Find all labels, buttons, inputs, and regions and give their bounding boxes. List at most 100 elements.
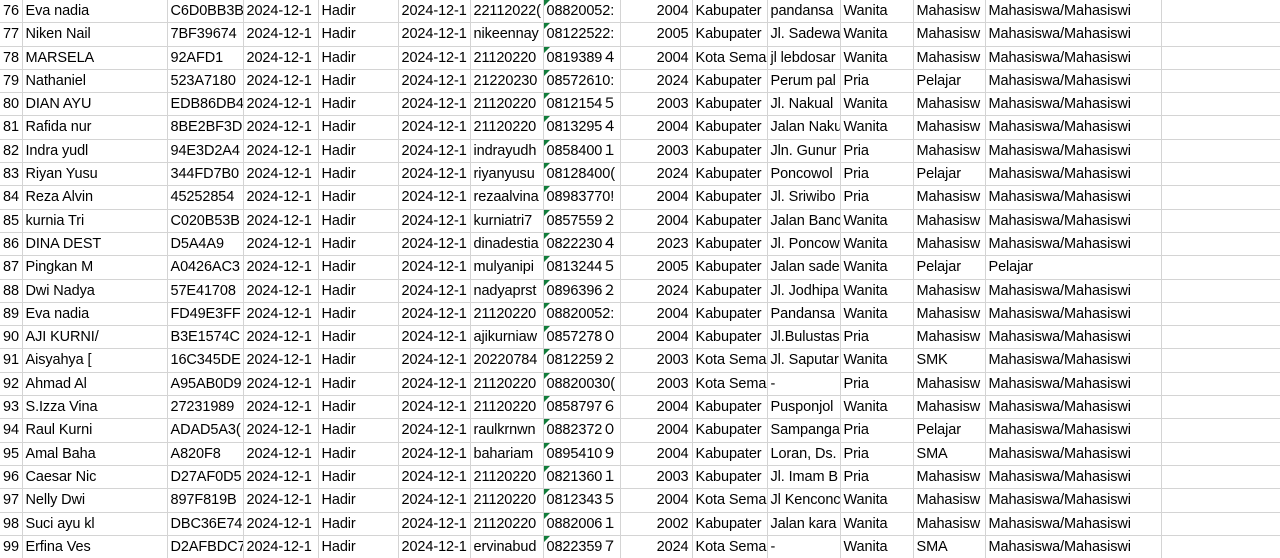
cell-kehadiran[interactable]: Hadir [318, 442, 399, 466]
cell-pendidikan[interactable]: SMA [913, 535, 986, 558]
cell-status-peserta[interactable]: Mahasiswa/Mahasiswi [985, 185, 1162, 210]
cell-empty-col-1[interactable] [1161, 465, 1280, 490]
cell-empty-col-1[interactable] [1161, 488, 1280, 513]
cell-kode[interactable]: A0426AC3 [167, 255, 244, 280]
cell-tanggal-1[interactable]: 2024-12-1 [243, 92, 319, 117]
cell-status-peserta[interactable]: Mahasiswa/Mahasiswi [985, 442, 1162, 466]
cell-status-peserta[interactable]: Mahasiswa/Mahasiswi [985, 512, 1162, 536]
row-header-cell[interactable]: 96 [0, 465, 23, 490]
table-row[interactable]: 82 Indra yudl 94E3D2A4 2024-12-1 Hadir 2024-1… [0, 139, 1280, 164]
cell-empty-col-1[interactable] [1161, 512, 1280, 536]
cell-tahun[interactable]: 2005 [620, 255, 693, 280]
cell-empty-col-1[interactable] [1161, 535, 1280, 558]
table-row[interactable]: 95 Amal Baha A820F8 2024-12-1 Hadir 2024-12-1… [0, 442, 1280, 466]
cell-kehadiran[interactable]: Hadir [318, 46, 399, 70]
cell-tanggal-2[interactable]: 2024-12-1 [398, 279, 471, 303]
cell-tanggal-2[interactable]: 2024-12-1 [398, 185, 471, 210]
row-header-cell[interactable]: 88 [0, 279, 23, 303]
row-header-cell[interactable]: 86 [0, 232, 23, 257]
cell-kode[interactable]: D27AF0D5 [167, 465, 244, 490]
cell-no-telepon[interactable]: 0882372０ [543, 418, 621, 443]
cell-tahun[interactable]: 2004 [620, 0, 693, 24]
cell-no-telepon[interactable]: 0813244５ [543, 255, 621, 280]
cell-pendidikan[interactable]: Mahasisw [913, 302, 986, 327]
cell-empty-col-1[interactable] [1161, 46, 1280, 70]
row-header-cell[interactable]: 80 [0, 92, 23, 117]
cell-no-telepon[interactable]: 0858797６ [543, 395, 621, 420]
cell-wilayah[interactable]: Kota Sema [692, 46, 768, 70]
cell-nama[interactable]: Erfina Ves [22, 535, 168, 558]
cell-status-peserta[interactable]: Mahasiswa/Mahasiswi [985, 0, 1162, 24]
cell-nim-email[interactable]: 21120220 [470, 512, 544, 536]
cell-tanggal-2[interactable]: 2024-12-1 [398, 69, 471, 94]
table-row[interactable]: 80 DIAN AYU EDB86DB4 2024-12-1 Hadir 2024-12-… [0, 92, 1280, 117]
table-row[interactable]: 97 Nelly Dwi 897F819B 2024-12-1 Hadir 2024-12… [0, 488, 1280, 513]
row-header-cell[interactable]: 89 [0, 302, 23, 327]
cell-nama[interactable]: Reza Alvin [22, 185, 168, 210]
cell-nama[interactable]: DIAN AYU [22, 92, 168, 117]
cell-empty-col-1[interactable] [1161, 0, 1280, 24]
row-header-cell[interactable]: 76 [0, 0, 23, 24]
cell-pendidikan[interactable]: Mahasisw [913, 465, 986, 490]
cell-wilayah[interactable]: Kabupater [692, 512, 768, 536]
cell-pendidikan[interactable]: Mahasisw [913, 92, 986, 117]
cell-tanggal-1[interactable]: 2024-12-1 [243, 115, 319, 140]
table-row[interactable]: 85 kurnia Tri C020B53B 2024-12-1 Hadir 2024-1… [0, 209, 1280, 233]
cell-tahun[interactable]: 2024 [620, 162, 693, 187]
cell-tanggal-1[interactable]: 2024-12-1 [243, 0, 319, 24]
cell-tanggal-2[interactable]: 2024-12-1 [398, 0, 471, 24]
cell-kehadiran[interactable]: Hadir [318, 279, 399, 303]
table-row[interactable]: 99 Erfina Ves D2AFBDC7 2024-12-1 Hadir 2024-1… [0, 535, 1280, 558]
cell-nama[interactable]: Rafida nur [22, 115, 168, 140]
cell-no-telepon[interactable]: 0813295４ [543, 115, 621, 140]
cell-tanggal-1[interactable]: 2024-12-1 [243, 69, 319, 94]
cell-kehadiran[interactable]: Hadir [318, 0, 399, 24]
cell-no-telepon[interactable]: 0821360１ [543, 465, 621, 490]
cell-jenis-kelamin[interactable]: Pria [840, 442, 914, 466]
cell-tahun[interactable]: 2004 [620, 209, 693, 233]
cell-wilayah[interactable]: Kabupater [692, 139, 768, 164]
cell-nama[interactable]: Ahmad Al [22, 372, 168, 397]
cell-no-telepon[interactable]: 08122522: [543, 22, 621, 47]
cell-nim-email[interactable]: rezaalvina [470, 185, 544, 210]
cell-tanggal-2[interactable]: 2024-12-1 [398, 232, 471, 257]
row-header-cell[interactable]: 87 [0, 255, 23, 280]
cell-no-telepon[interactable]: 0819389４ [543, 46, 621, 70]
cell-nim-email[interactable]: raulkrnwn [470, 418, 544, 443]
cell-nim-email[interactable]: bahariam [470, 442, 544, 466]
cell-nama[interactable]: Eva nadia [22, 0, 168, 24]
cell-pendidikan[interactable]: Mahasisw [913, 325, 986, 350]
row-header-cell[interactable]: 85 [0, 209, 23, 233]
cell-pendidikan[interactable]: Mahasisw [913, 185, 986, 210]
cell-tanggal-1[interactable]: 2024-12-1 [243, 162, 319, 187]
cell-empty-col-1[interactable] [1161, 442, 1280, 466]
table-row[interactable]: 90 AJI KURNI/B3E1574C 2024-12-1 Hadir 2024-1… [0, 325, 1280, 350]
cell-wilayah[interactable]: Kota Sema [692, 372, 768, 397]
cell-pendidikan[interactable]: Mahasisw [913, 115, 986, 140]
cell-tahun[interactable]: 2003 [620, 92, 693, 117]
cell-wilayah[interactable]: Kabupater [692, 279, 768, 303]
cell-tahun[interactable]: 2002 [620, 512, 693, 536]
cell-nim-email[interactable]: 21120220 [470, 46, 544, 70]
cell-kehadiran[interactable]: Hadir [318, 418, 399, 443]
cell-tanggal-1[interactable]: 2024-12-1 [243, 348, 319, 373]
cell-alamat[interactable]: Jl. Sriwibo [767, 185, 841, 210]
cell-kode[interactable]: 27231989 [167, 395, 244, 420]
cell-kode[interactable]: D5A4A9 [167, 232, 244, 257]
cell-kehadiran[interactable]: Hadir [318, 232, 399, 257]
cell-empty-col-1[interactable] [1161, 69, 1280, 94]
cell-alamat[interactable]: Jln. Gunur [767, 139, 841, 164]
cell-nim-email[interactable]: kurniatri7 [470, 209, 544, 233]
cell-nim-email[interactable]: 21120220 [470, 115, 544, 140]
cell-status-peserta[interactable]: Mahasiswa/Mahasiswi [985, 46, 1162, 70]
cell-kode[interactable]: 45252854 [167, 185, 244, 210]
cell-wilayah[interactable]: Kabupater [692, 465, 768, 490]
cell-pendidikan[interactable]: Pelajar [913, 69, 986, 94]
cell-status-peserta[interactable]: Mahasiswa/Mahasiswi [985, 488, 1162, 513]
cell-tanggal-1[interactable]: 2024-12-1 [243, 442, 319, 466]
cell-tahun[interactable]: 2004 [620, 46, 693, 70]
cell-kode[interactable]: 16C345DE [167, 348, 244, 373]
cell-empty-col-1[interactable] [1161, 418, 1280, 443]
cell-tanggal-1[interactable]: 2024-12-1 [243, 209, 319, 233]
cell-tahun[interactable]: 2004 [620, 395, 693, 420]
